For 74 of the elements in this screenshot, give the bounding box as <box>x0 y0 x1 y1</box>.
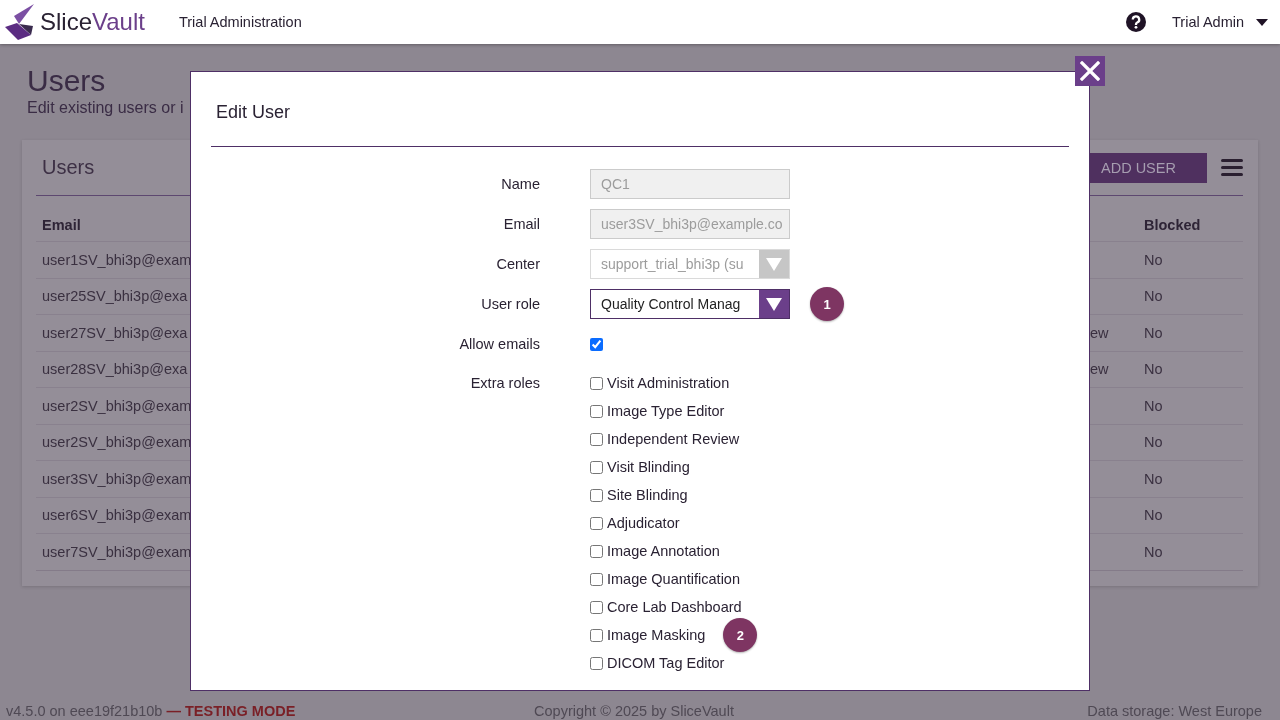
table-cell: user1SV_bhi3p@exam <box>42 251 192 268</box>
table-cell: No <box>1144 507 1163 524</box>
field-label: Name <box>501 175 540 194</box>
caret-icon <box>759 250 789 278</box>
table-cell: ew <box>1090 324 1109 341</box>
card-title: Users <box>41 156 95 179</box>
close-icon <box>1080 61 1100 81</box>
table-cell: user27SV_bhi3p@exa <box>42 324 188 341</box>
checkbox-label: Visit Administration <box>607 375 730 391</box>
dialog-title: Edit User <box>216 101 291 124</box>
page-title: Users <box>27 63 106 98</box>
step-marker: 2 <box>723 618 758 652</box>
page-subtitle: Edit existing users or i <box>27 98 184 118</box>
table-cell: No <box>1144 251 1163 268</box>
table-cell: user3SV_bhi3p@exam <box>42 470 192 487</box>
table-cell: user6SV_bhi3p@exam <box>42 507 192 524</box>
field-label: Allow emails <box>459 335 540 354</box>
table-cell: user25SV_bhi3p@exa <box>42 288 188 305</box>
table-cell: ew <box>1090 361 1109 378</box>
menu-icon[interactable] <box>1221 159 1243 176</box>
checkbox[interactable] <box>590 628 603 642</box>
checkbox[interactable] <box>590 432 603 446</box>
help-icon[interactable] <box>1126 12 1146 32</box>
table-cell: user2SV_bhi3p@exam <box>42 434 192 451</box>
checkbox[interactable] <box>590 460 603 474</box>
checkbox-label: Visit Blinding <box>607 459 690 475</box>
table-cell: user7SV_bhi3p@exam <box>42 543 192 560</box>
checkbox-label: Independent Review <box>607 431 740 447</box>
table-cell: No <box>1144 288 1163 305</box>
checkbox[interactable] <box>590 376 603 390</box>
table-cell: No <box>1144 543 1163 560</box>
checkbox[interactable] <box>590 572 603 586</box>
version-text: v4.5.0 on eee19f21b10b <box>6 703 163 719</box>
close-button[interactable] <box>1075 56 1105 86</box>
copyright-text: Copyright © 2025 by SliceVault <box>534 703 734 720</box>
checkbox-label: Image Masking <box>607 627 706 643</box>
table-cell: No <box>1144 470 1163 487</box>
column-header: Email <box>42 216 81 235</box>
checkbox[interactable] <box>590 516 603 530</box>
table-cell: No <box>1144 434 1163 451</box>
checkbox-label: Image Quantification <box>607 571 740 587</box>
caret-icon <box>759 290 789 318</box>
table-cell: No <box>1144 324 1163 341</box>
field-label: Email <box>503 215 540 234</box>
logo-icon <box>5 4 35 40</box>
checkbox-label: Image Type Editor <box>607 403 725 419</box>
testing-mode-label: — TESTING MODE <box>166 703 296 719</box>
checkbox[interactable] <box>590 404 603 418</box>
checkbox[interactable] <box>590 600 603 614</box>
add-user-button[interactable]: ADD USER <box>1089 152 1207 183</box>
table-cell: No <box>1144 361 1163 378</box>
table-cell: No <box>1144 397 1163 414</box>
brand-name: SliceVault <box>40 8 145 36</box>
field-label: Center <box>496 255 540 274</box>
checkbox[interactable] <box>590 656 603 670</box>
checkbox[interactable] <box>590 337 603 351</box>
checkbox-label: Adjudicator <box>607 515 680 531</box>
field-label: User role <box>481 295 540 314</box>
checkbox[interactable] <box>590 544 603 558</box>
checkbox-label: DICOM Tag Editor <box>607 655 725 671</box>
field-label: Extra roles <box>470 374 540 393</box>
column-header: Blocked <box>1144 216 1201 235</box>
table-cell: user28SV_bhi3p@exa <box>42 361 188 378</box>
checkbox-label: Image Annotation <box>607 543 720 559</box>
table-cell: user2SV_bhi3p@exam <box>42 397 192 414</box>
checkbox-label: Core Lab Dashboard <box>607 599 742 615</box>
data-storage-text: Data storage: West Europe <box>1087 703 1262 719</box>
step-marker: 1 <box>810 287 844 321</box>
select-field[interactable]: Quality Control Manag <box>590 289 790 319</box>
section-link[interactable]: Trial Administration <box>178 14 302 30</box>
caret-icon <box>1256 18 1268 26</box>
user-menu[interactable]: Trial Admin <box>1172 14 1268 30</box>
checkbox-label: Site Blinding <box>607 487 688 503</box>
checkbox[interactable] <box>590 488 603 502</box>
